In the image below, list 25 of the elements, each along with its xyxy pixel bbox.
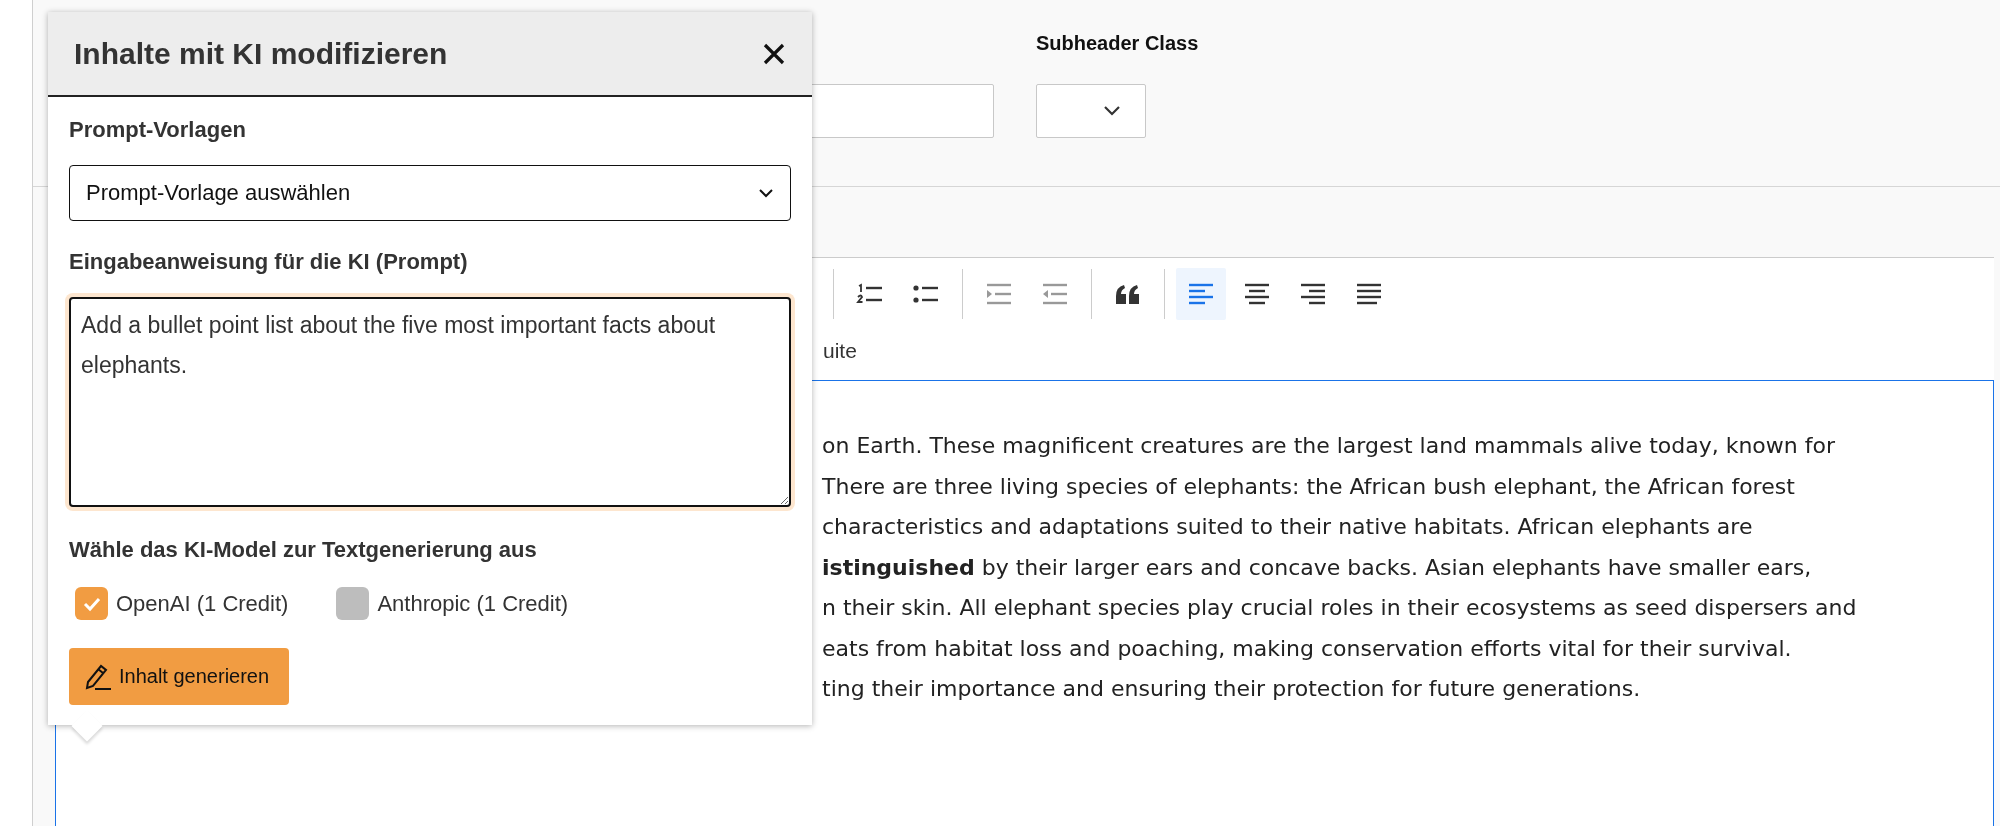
- checkbox[interactable]: [75, 587, 108, 620]
- paragraph-line: ting their importance and ensuring their protection for future generations.: [822, 675, 1642, 703]
- checkbox-label[interactable]: OpenAI (1 Credit): [116, 590, 289, 617]
- paragraph-line: n their skin. All elephant species play crucial roles in their ecosystems as seed dispersers and: [822, 594, 1858, 622]
- paragraph-line: on Earth. These magnificent creatures are the largest land mammals alive today, known for: [822, 432, 1836, 460]
- field-label: Prompt-Vorlagen: [69, 117, 246, 143]
- field-label: Subheader Class: [1036, 31, 1199, 55]
- align-left-button[interactable]: [1176, 268, 1226, 320]
- select-field[interactable]: [1036, 84, 1146, 138]
- field-label: Wähle das KI-Model zur Textgenerierung aus: [69, 537, 537, 563]
- dialog-title: Inhalte mit KI modifizieren: [74, 36, 448, 71]
- close-icon: [762, 41, 786, 66]
- chevron-down-icon: [1103, 105, 1121, 117]
- chevron-down-icon: [758, 188, 774, 198]
- checkbox-label[interactable]: Anthropic (1 Credit): [377, 590, 569, 617]
- toolbar-label: uite: [823, 339, 857, 363]
- paragraph-line: istinguished by their larger ears and concave backs. Asian elephants have smaller ears,: [822, 553, 1813, 582]
- paragraph-line: eats from habitat loss and poaching, making conservation efforts vital for their survival.: [822, 634, 1793, 663]
- field-label: Eingabeanweisung für die KI (Prompt): [69, 249, 468, 275]
- checkbox[interactable]: [336, 587, 370, 620]
- paragraph-line: characteristics and adaptations suited to their native habitats. African elephants are: [822, 513, 1754, 541]
- paragraph-line: There are three living species of elephants: the African bush elephant, the African forest: [822, 472, 1796, 501]
- template-select[interactable]: Prompt-Vorlage auswählen: [69, 165, 791, 221]
- prompt-field[interactable]: Add a bullet point list about the five most important facts about elephants.: [69, 297, 791, 507]
- generate-button[interactable]: Inhalt generieren: [69, 648, 290, 705]
